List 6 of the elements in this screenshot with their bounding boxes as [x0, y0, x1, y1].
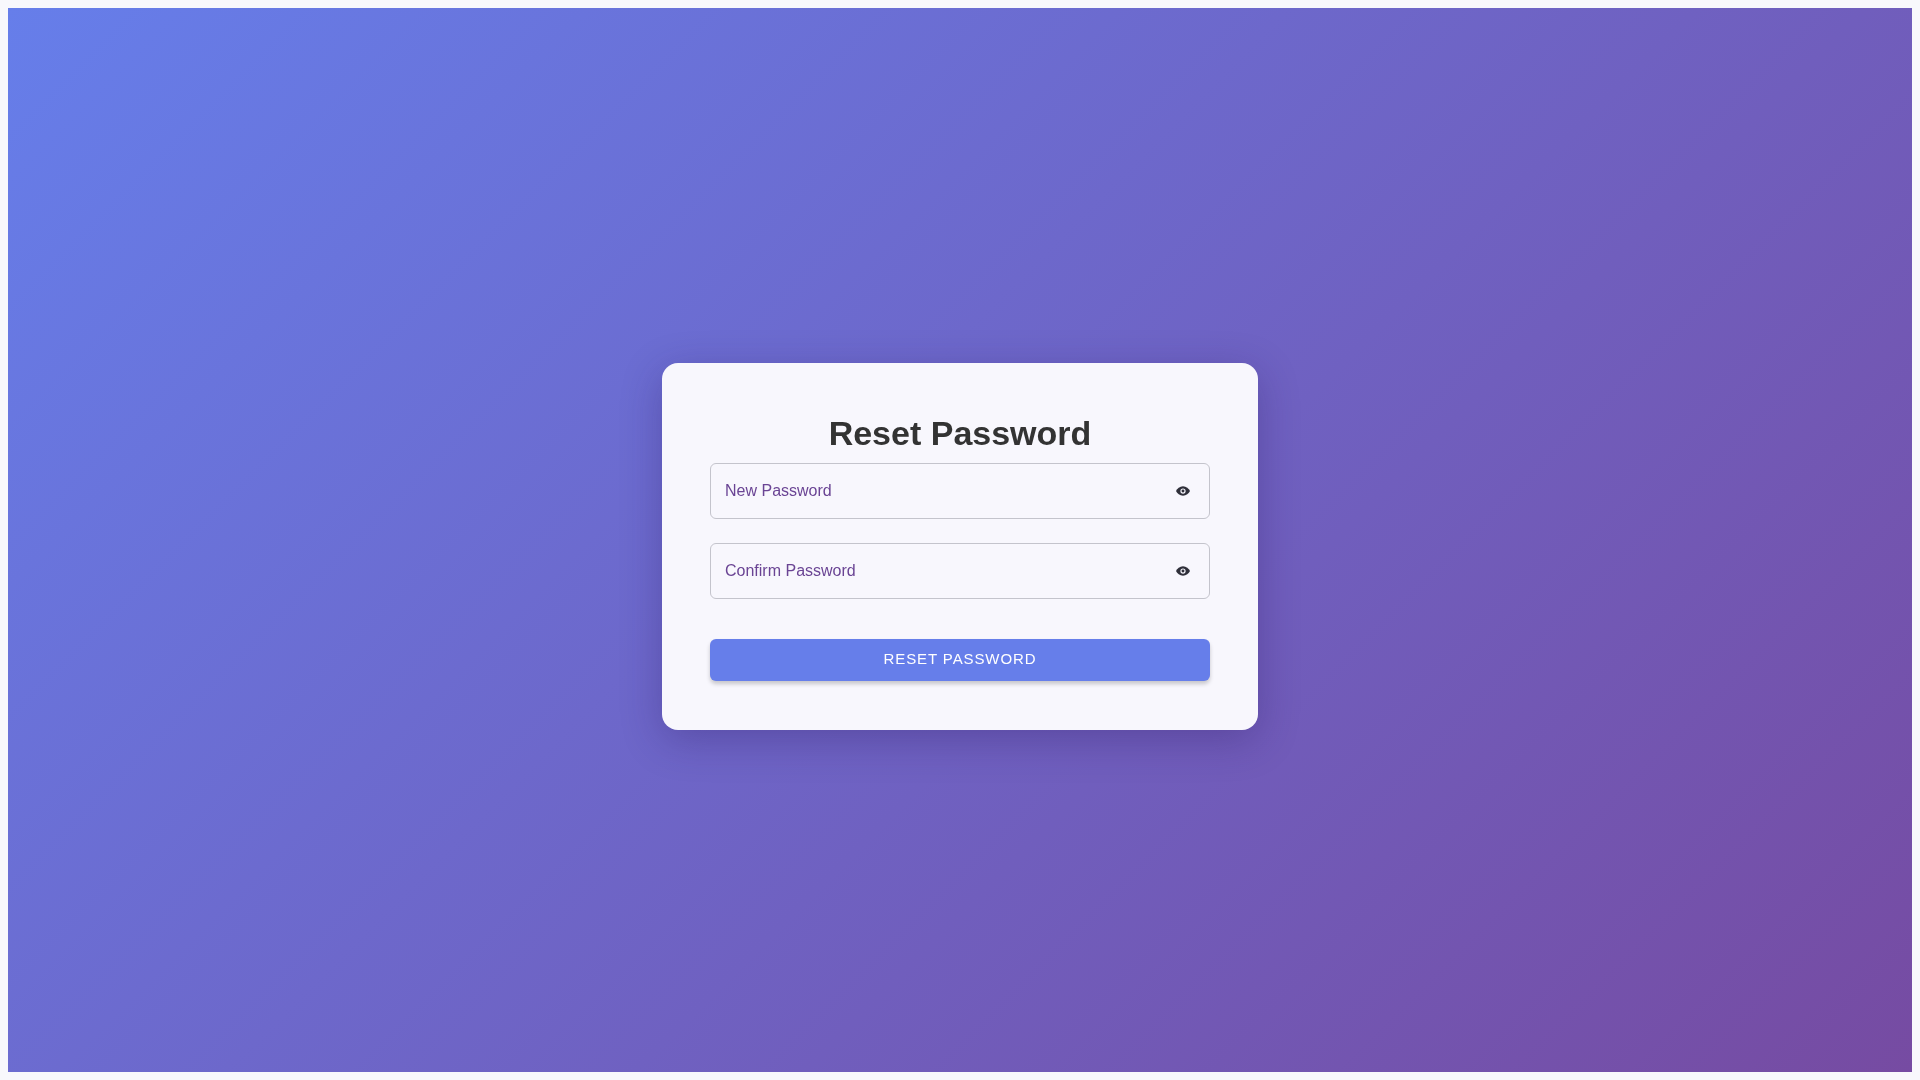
- eye-icon[interactable]: [1176, 485, 1190, 496]
- eye-icon[interactable]: [1176, 565, 1190, 576]
- card-title: Reset Password: [827, 412, 1093, 453]
- password-field[interactable]: Confirm Password: [710, 542, 1210, 599]
- password-field[interactable]: New Password: [710, 462, 1210, 519]
- reset-password-button[interactable]: RESET PASSWORD: [710, 638, 1210, 681]
